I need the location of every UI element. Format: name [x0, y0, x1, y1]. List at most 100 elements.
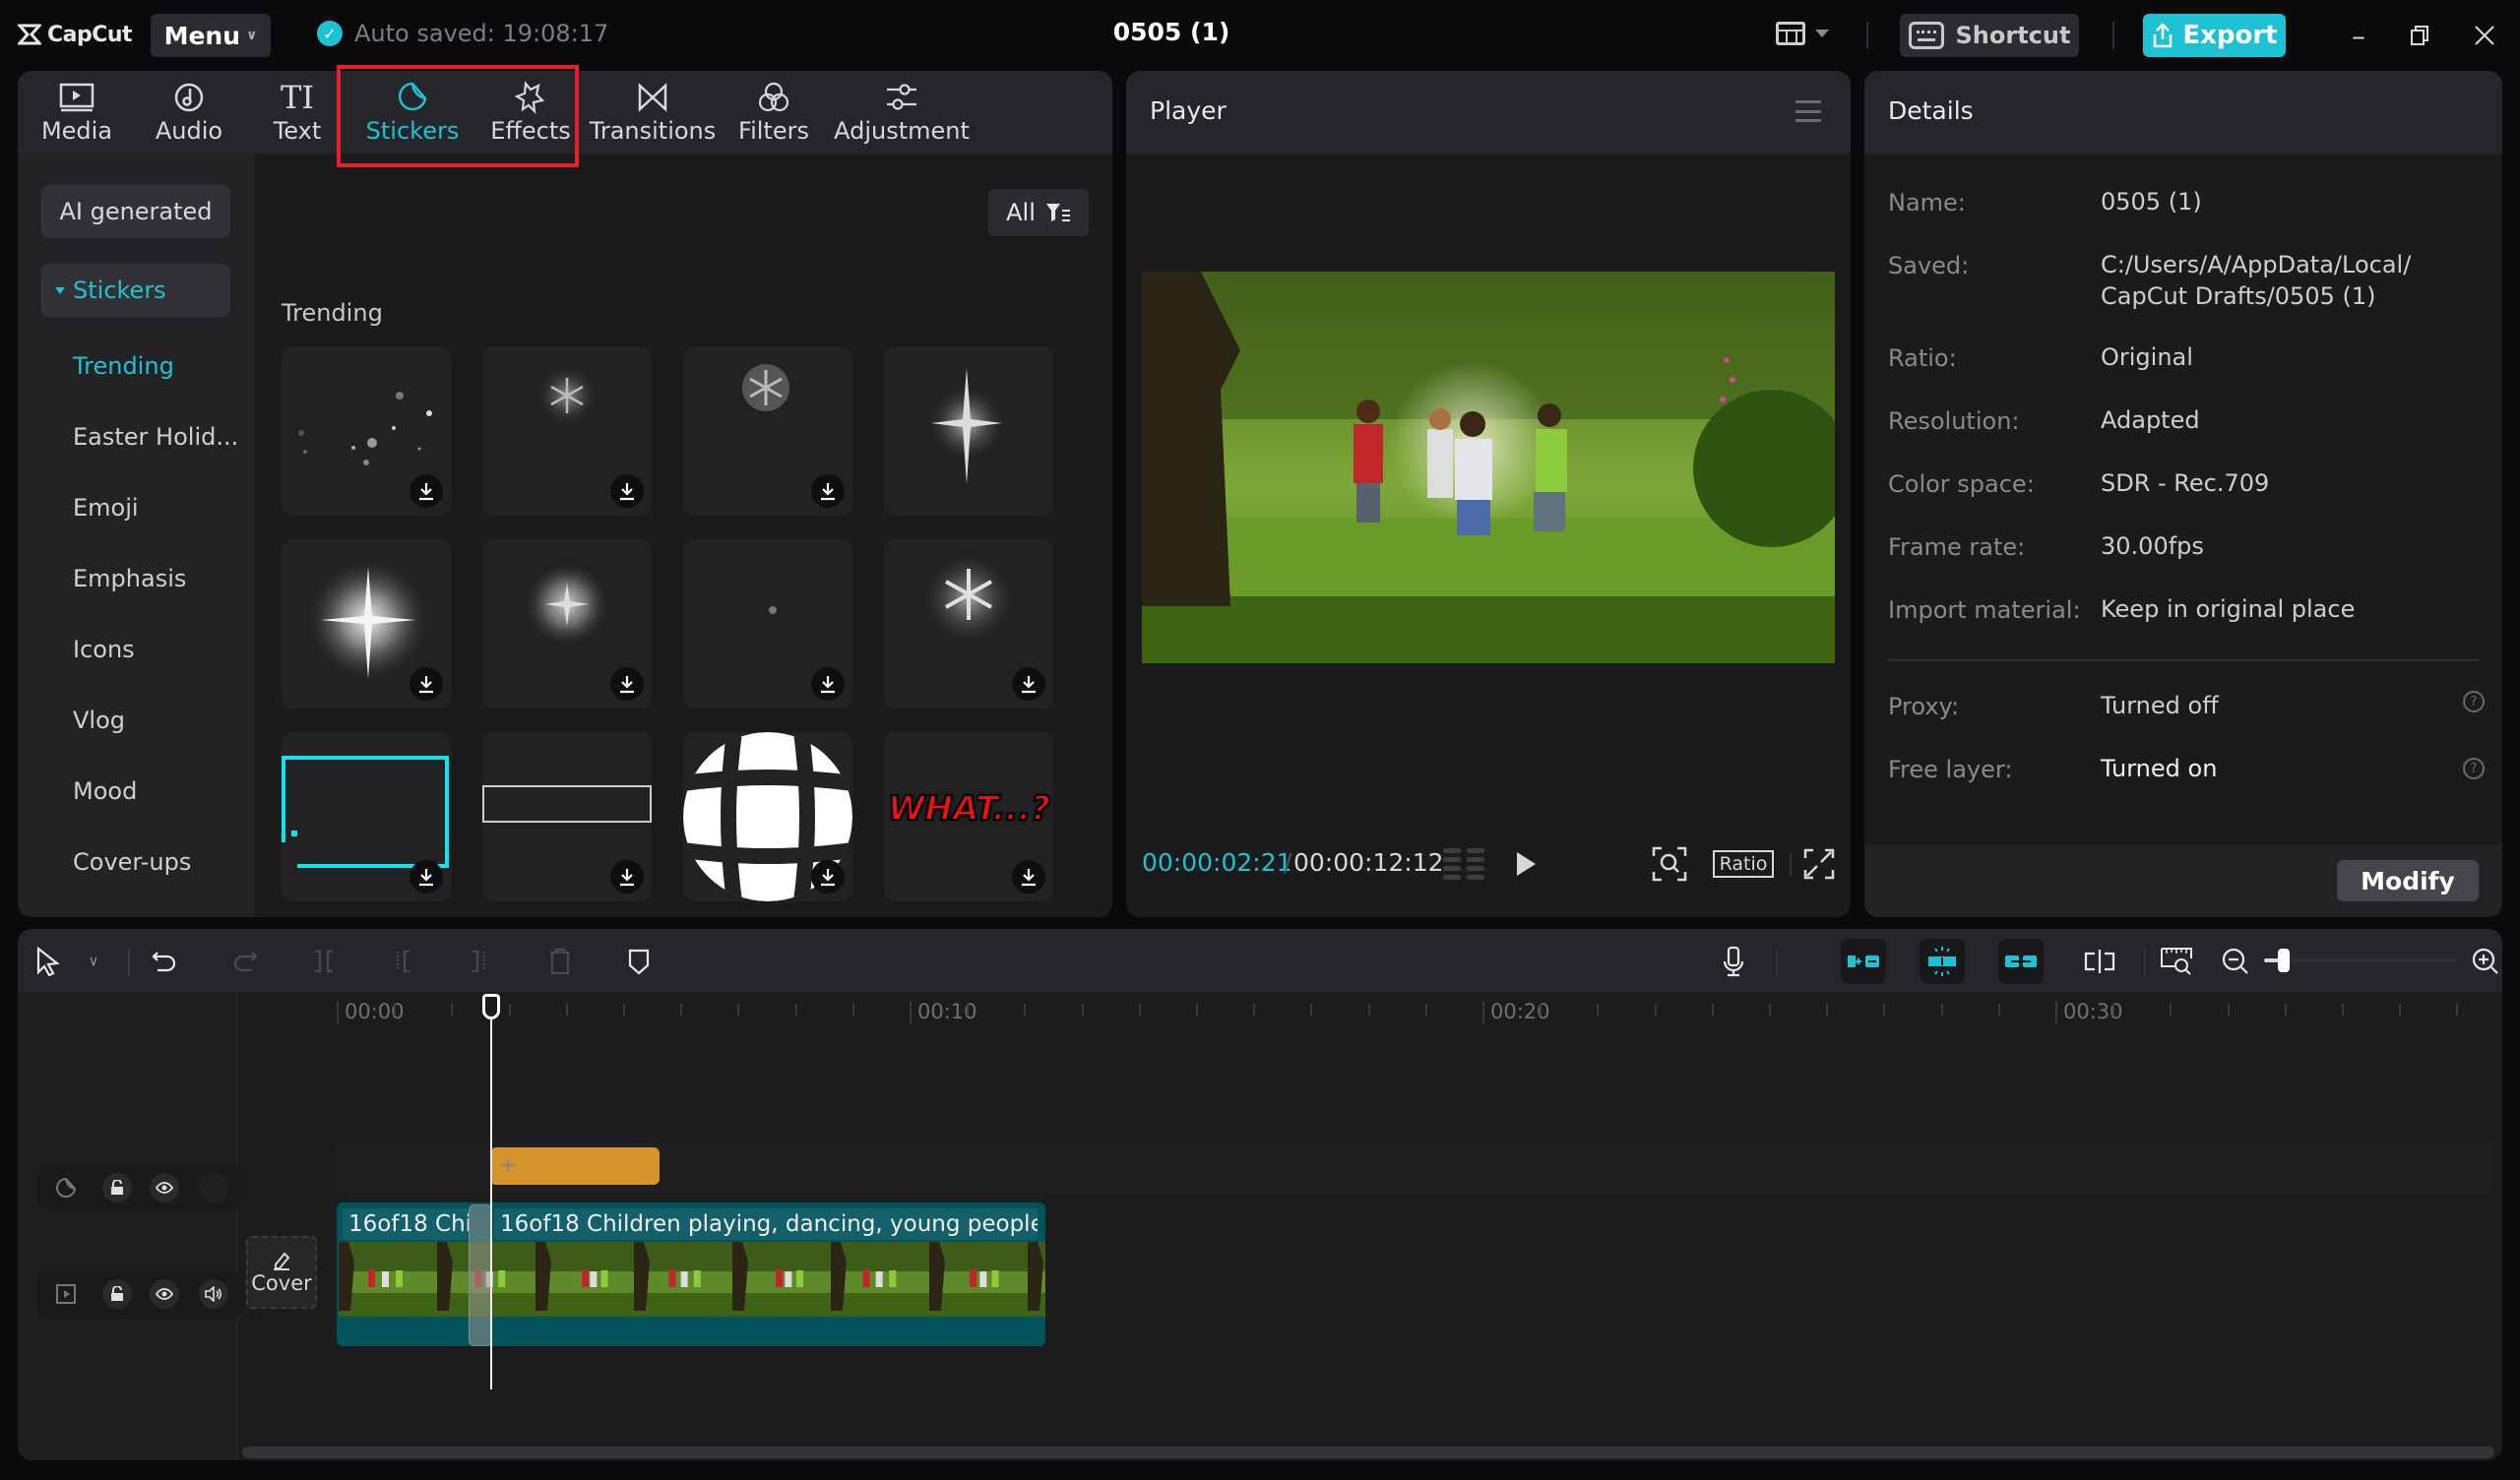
- modify-button[interactable]: Modify: [2337, 860, 2479, 901]
- category-emphasis[interactable]: Emphasis: [73, 559, 186, 598]
- filter-icon: [1045, 204, 1070, 221]
- auto-snap-toggle[interactable]: [1920, 939, 1965, 984]
- main-track-magnet-toggle[interactable]: [1841, 939, 1886, 984]
- video-track-icon: [56, 1284, 76, 1304]
- toggle-visibility-button[interactable]: [150, 1173, 179, 1202]
- detail-value-resolution: Adapted: [2101, 406, 2200, 434]
- tab-adjustment[interactable]: Adjustment: [831, 71, 973, 154]
- tab-media[interactable]: Media: [32, 71, 122, 154]
- transition-handle[interactable]: [469, 1204, 492, 1346]
- video-preview[interactable]: [1142, 272, 1835, 663]
- help-icon[interactable]: ?: [2463, 691, 2485, 712]
- menu-button[interactable]: Menu ∨: [151, 14, 271, 57]
- playhead-line[interactable]: [490, 1002, 492, 1389]
- category-emoji[interactable]: Emoji: [73, 488, 139, 527]
- category-cover-ups[interactable]: Cover-ups: [73, 842, 191, 882]
- category-icons[interactable]: Icons: [73, 630, 135, 669]
- zoom-in-button[interactable]: [2469, 945, 2502, 978]
- download-button[interactable]: [410, 474, 443, 508]
- redo-button[interactable]: [228, 945, 262, 978]
- sticker-item[interactable]: [282, 732, 451, 901]
- zoom-view-button[interactable]: [1652, 846, 1687, 886]
- lock-track-button[interactable]: [102, 1279, 132, 1309]
- ruler-minor-tick: [1883, 1004, 1885, 1016]
- split-button[interactable]: [307, 945, 341, 978]
- player-menu-icon[interactable]: [1796, 100, 1821, 122]
- linkage-toggle[interactable]: [1998, 939, 2044, 984]
- export-button[interactable]: Export: [2143, 14, 2286, 57]
- category-mood[interactable]: Mood: [73, 771, 137, 811]
- sticker-item[interactable]: [282, 539, 451, 709]
- close-icon: [2475, 26, 2494, 45]
- category-vlog[interactable]: Vlog: [73, 701, 125, 740]
- download-button[interactable]: [1012, 667, 1045, 701]
- delete-button[interactable]: [543, 945, 577, 978]
- playhead-handle[interactable]: [482, 994, 500, 1019]
- zoom-to-fit-button[interactable]: [2160, 945, 2193, 978]
- category-trending[interactable]: Trending: [73, 346, 174, 386]
- sticker-clip[interactable]: [490, 1147, 660, 1185]
- download-button[interactable]: [410, 860, 443, 894]
- layout-button[interactable]: [1776, 22, 1829, 45]
- download-button[interactable]: [811, 860, 845, 894]
- sticker-item[interactable]: [884, 346, 1053, 516]
- media-panel: Media Audio TI Text Stickers Effects Tra…: [18, 71, 1112, 917]
- ratio-button[interactable]: Ratio: [1713, 850, 1774, 878]
- preview-axis-button[interactable]: [2083, 945, 2116, 978]
- sticker-item[interactable]: [482, 346, 652, 516]
- zoom-slider-thumb[interactable]: [2277, 949, 2290, 972]
- tab-filters[interactable]: Filters: [730, 71, 817, 154]
- stickers-category-group[interactable]: Stickers: [41, 264, 230, 317]
- tab-label: Transitions: [589, 117, 717, 145]
- tab-transitions[interactable]: Transitions: [587, 71, 719, 154]
- lock-track-button[interactable]: [102, 1173, 132, 1202]
- filter-all-button[interactable]: All: [988, 189, 1089, 236]
- download-button[interactable]: [1012, 860, 1045, 894]
- sticker-item[interactable]: [683, 346, 852, 516]
- undo-button[interactable]: [148, 945, 181, 978]
- download-icon: [419, 869, 433, 887]
- tab-text[interactable]: TI Text: [258, 71, 337, 154]
- download-button[interactable]: [410, 667, 443, 701]
- tab-audio[interactable]: Audio: [144, 71, 234, 154]
- minimize-button[interactable]: –: [2339, 18, 2378, 53]
- transitions-icon: [638, 83, 667, 112]
- download-button[interactable]: [811, 667, 845, 701]
- sticker-item[interactable]: WHAT...?: [884, 732, 1053, 901]
- sticker-item[interactable]: [482, 732, 652, 901]
- restore-button[interactable]: [2400, 18, 2439, 53]
- video-clip[interactable]: 16of18 Chil 16of18 Children playing, dan…: [337, 1202, 1045, 1346]
- help-icon[interactable]: ?: [2463, 758, 2485, 779]
- category-easter-holiday[interactable]: Easter Holid...: [73, 417, 238, 457]
- fullscreen-button[interactable]: [1803, 848, 1835, 884]
- shortcut-button[interactable]: Shortcut: [1900, 14, 2079, 57]
- select-tool-dropdown[interactable]: ∨: [77, 945, 110, 978]
- sticker-item[interactable]: [482, 539, 652, 709]
- timeline-ruler[interactable]: 00:00 00:10 00:20 00:30: [18, 992, 2502, 1031]
- sticker-item[interactable]: [884, 539, 1053, 709]
- record-voice-button[interactable]: [1717, 945, 1750, 978]
- sticker-item[interactable]: [282, 346, 451, 516]
- trim-left-button[interactable]: [386, 945, 419, 978]
- trim-right-button[interactable]: [463, 945, 496, 978]
- detail-label: Color space:: [1888, 470, 2035, 498]
- toggle-visibility-button[interactable]: [150, 1279, 179, 1309]
- sticker-item[interactable]: [683, 539, 852, 709]
- download-button[interactable]: [610, 667, 644, 701]
- download-button[interactable]: [610, 474, 644, 508]
- snap-icon: [1928, 947, 1956, 976]
- select-tool-button[interactable]: [32, 945, 65, 978]
- zoom-out-button[interactable]: [2219, 945, 2252, 978]
- download-button[interactable]: [811, 474, 845, 508]
- mute-track-button[interactable]: [199, 1279, 228, 1309]
- sticker-item[interactable]: [683, 732, 852, 901]
- timeline-horizontal-scrollbar[interactable]: [242, 1447, 2494, 1458]
- tab-label: Media: [40, 117, 113, 145]
- marker-button[interactable]: [622, 945, 656, 978]
- play-button[interactable]: [1514, 850, 1538, 882]
- cover-button[interactable]: Cover: [246, 1236, 317, 1309]
- ai-generated-button[interactable]: AI generated: [41, 185, 230, 238]
- download-button[interactable]: [610, 860, 644, 894]
- close-button[interactable]: [2465, 18, 2504, 53]
- timeline-zoom-slider[interactable]: [2264, 958, 2457, 962]
